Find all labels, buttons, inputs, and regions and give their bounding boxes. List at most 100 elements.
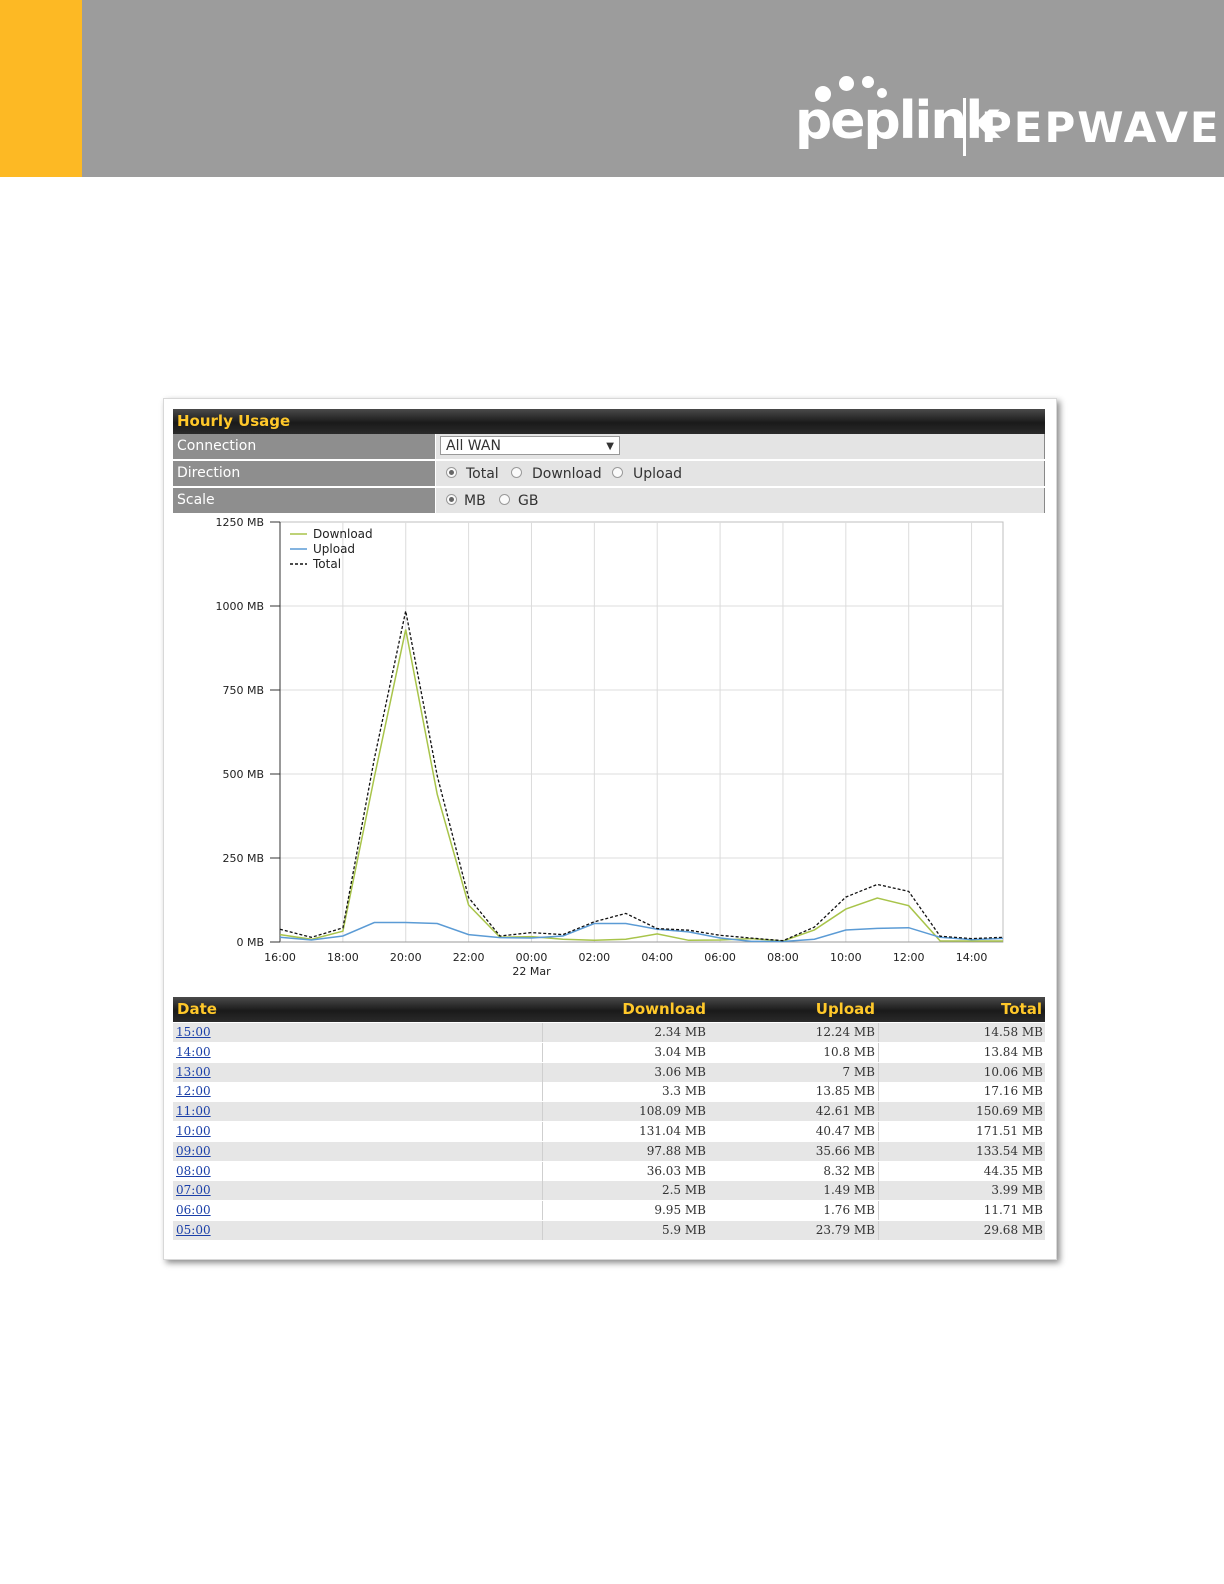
- x-tick-label: 20:00: [390, 951, 422, 964]
- header-download[interactable]: Download: [622, 997, 706, 1022]
- header-total[interactable]: Total: [1001, 997, 1042, 1022]
- y-tick-label: 0 MB: [236, 936, 264, 949]
- date-link[interactable]: 15:00: [176, 1025, 211, 1039]
- date-link[interactable]: 07:00: [176, 1183, 211, 1197]
- cell-download: 5.9 MB: [542, 1221, 708, 1240]
- scale-gb-label[interactable]: GB: [518, 489, 538, 514]
- direction-download-label[interactable]: Download: [532, 462, 602, 487]
- table-header: Date Download Upload Total: [173, 997, 1045, 1022]
- table-row: 12:00 3.3 MB 13.85 MB 17.16 MB: [173, 1082, 1045, 1102]
- plot-area: [279, 521, 1004, 943]
- logo-wordmark-pepwave: PEPWAVE: [981, 103, 1221, 152]
- y-tick-label: 750 MB: [222, 684, 264, 697]
- legend-label-total: Total: [312, 557, 341, 571]
- cell-total: 17.16 MB: [878, 1082, 1045, 1102]
- cell-download: 97.88 MB: [542, 1141, 708, 1161]
- cell-upload: 40.47 MB: [815, 1124, 875, 1138]
- cell-upload: 1.76 MB: [823, 1203, 875, 1218]
- cell-date: 12:00: [173, 1082, 541, 1101]
- direction-total-radio[interactable]: [446, 467, 457, 478]
- cell-date: 14:00: [173, 1043, 541, 1062]
- cell-upload: 35.66 MB: [815, 1143, 875, 1158]
- cell-upload: 8.32 MB: [823, 1163, 875, 1178]
- cell-total: 11.71 MB: [878, 1201, 1045, 1221]
- brand-logo: peplink PEPWAVE: [795, 72, 1219, 162]
- direction-download-radio[interactable]: [511, 467, 522, 478]
- cell-download: 3.3 MB: [542, 1082, 708, 1102]
- x-tick-label: 12:00: [893, 951, 925, 964]
- date-link[interactable]: 10:00: [176, 1124, 211, 1138]
- cell-upload: 23.79 MB: [815, 1223, 875, 1237]
- cell-total: 133.54 MB: [878, 1141, 1045, 1161]
- x-tick-label: 08:00: [767, 951, 799, 964]
- x-tick-label: 22:00: [453, 951, 485, 964]
- x-tick-label: 00:00: [516, 951, 548, 964]
- cell-date: 07:00: [173, 1181, 541, 1200]
- date-link[interactable]: 11:00: [176, 1104, 211, 1118]
- connection-select-value: All WAN: [446, 438, 501, 454]
- x-date-label: 22 Mar: [512, 965, 551, 978]
- date-link[interactable]: 09:00: [176, 1144, 211, 1158]
- cell-upload: 42.61 MB: [815, 1104, 875, 1119]
- direction-upload-label[interactable]: Upload: [633, 462, 682, 487]
- cell-date: 13:00: [173, 1063, 541, 1082]
- panel-title: Hourly Usage: [177, 412, 291, 430]
- cell-download: 2.34 MB: [542, 1023, 708, 1042]
- table-row: 10:00 131.04 MB 40.47 MB 171.51 MB: [173, 1122, 1045, 1141]
- cell-total: 29.68 MB: [878, 1221, 1045, 1240]
- x-tick-label: 10:00: [830, 951, 862, 964]
- scale-mb-label[interactable]: MB: [464, 489, 486, 514]
- header-date[interactable]: Date: [177, 997, 217, 1022]
- cell-upload: 12.24 MB: [815, 1025, 875, 1039]
- scale-value-cell: MB GB: [436, 488, 1045, 513]
- cell-total: 13.84 MB: [878, 1042, 1045, 1062]
- header-upload[interactable]: Upload: [816, 997, 875, 1022]
- x-tick-label: 16:00: [264, 951, 296, 964]
- scale-row: Scale MB GB: [173, 488, 1045, 514]
- direction-total-label[interactable]: Total: [466, 462, 499, 487]
- cell-download: 36.03 MB: [542, 1161, 708, 1181]
- date-link[interactable]: 08:00: [176, 1164, 211, 1178]
- date-link[interactable]: 05:00: [176, 1223, 211, 1237]
- y-tick-label: 1000 MB: [215, 600, 264, 613]
- x-tick-label: 02:00: [578, 951, 610, 964]
- x-tick-label: 06:00: [704, 951, 736, 964]
- scale-mb-radio[interactable]: [446, 494, 457, 505]
- connection-row: Connection All WAN ▼: [173, 434, 1045, 460]
- cell-download: 9.95 MB: [542, 1201, 708, 1221]
- logo-wordmark-peplink: peplink: [795, 91, 1000, 151]
- table-row: 11:00 108.09 MB 42.61 MB 150.69 MB: [173, 1102, 1045, 1122]
- cell-upload: 1.49 MB: [823, 1183, 875, 1198]
- hourly-usage-panel: Hourly Usage Connection All WAN ▼ Direct…: [163, 398, 1057, 1260]
- cell-download: 131.04 MB: [542, 1122, 708, 1141]
- date-link[interactable]: 06:00: [176, 1203, 211, 1217]
- cell-total: 171.51 MB: [878, 1122, 1045, 1141]
- y-tick-label: 250 MB: [222, 852, 264, 865]
- connection-select[interactable]: All WAN ▼: [440, 436, 620, 455]
- scale-label: Scale: [173, 488, 435, 513]
- cell-upload: 10.8 MB: [823, 1044, 875, 1059]
- header-accent-stripe: [0, 0, 82, 177]
- cell-download: 2.5 MB: [542, 1181, 708, 1201]
- legend-label-download: Download: [313, 527, 373, 541]
- cell-date: 08:00: [173, 1162, 541, 1181]
- cell-download: 108.09 MB: [542, 1102, 708, 1122]
- x-tick-label: 18:00: [327, 951, 359, 964]
- cell-total: 10.06 MB: [878, 1062, 1045, 1082]
- table-row: 13:00 3.06 MB 7 MB 10.06 MB: [173, 1062, 1045, 1082]
- cell-date: 15:00: [173, 1023, 541, 1042]
- table-row: 07:00 2.5 MB 1.49 MB 3.99 MB: [173, 1181, 1045, 1201]
- scale-gb-radio[interactable]: [499, 494, 510, 505]
- table-row: 08:00 36.03 MB 8.32 MB 44.35 MB: [173, 1161, 1045, 1181]
- cell-total: 150.69 MB: [878, 1102, 1045, 1122]
- date-link[interactable]: 12:00: [176, 1084, 211, 1098]
- table-row: 15:00 2.34 MB 12.24 MB 14.58 MB: [173, 1023, 1045, 1042]
- panel-title-bar: Hourly Usage: [173, 409, 1045, 434]
- date-link[interactable]: 13:00: [176, 1065, 211, 1079]
- date-link[interactable]: 14:00: [176, 1045, 211, 1059]
- cell-date: 06:00: [173, 1201, 541, 1220]
- cell-upload: 7 MB: [842, 1064, 875, 1079]
- cell-total: 3.99 MB: [878, 1181, 1045, 1201]
- y-tick-label: 500 MB: [222, 768, 264, 781]
- direction-upload-radio[interactable]: [612, 467, 623, 478]
